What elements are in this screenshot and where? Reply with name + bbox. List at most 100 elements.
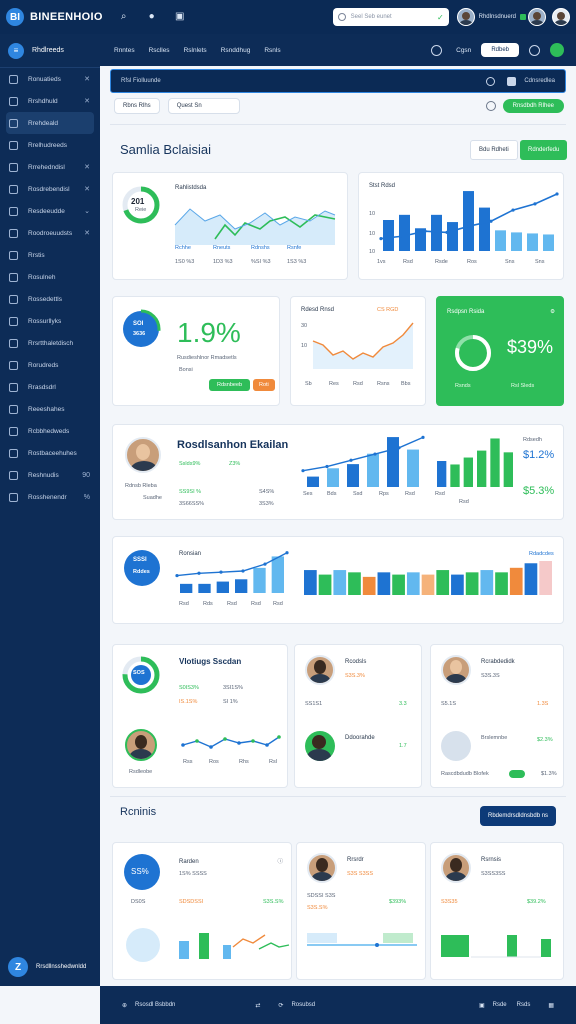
sidebar-tag[interactable]: 90 xyxy=(82,472,90,479)
card-button[interactable]: Rdsnbeeb xyxy=(209,379,251,391)
person-stats-card[interactable]: SOS Vlotiugs Sscdan S0IS3% 3SI1S% IS.1S%… xyxy=(112,644,288,788)
refresh-icon[interactable] xyxy=(431,44,443,56)
bottom-label-1[interactable]: Rsosdl Bsbbdn xyxy=(135,1002,175,1008)
sidebar-item[interactable]: Rrrehedndisl ✕ xyxy=(0,156,100,178)
tab-5[interactable]: Rsnls xyxy=(264,47,280,54)
section-primary-button[interactable]: Rdnderfedu xyxy=(520,140,568,160)
sidebar-item[interactable]: Rrshdhuld ✕ xyxy=(0,90,100,112)
metric-label-4: Rsnfe xyxy=(287,245,302,251)
bottom-icon[interactable]: ⊕ xyxy=(122,1002,127,1009)
card-sub: Ddoorahde xyxy=(345,735,375,741)
chevron-down-icon[interactable]: ⌄ xyxy=(84,207,90,215)
ring-value: SOI xyxy=(133,321,144,327)
section-2-button[interactable]: Rbdemdrsdldnsbdb ns xyxy=(480,806,557,826)
clock-icon[interactable] xyxy=(486,76,496,86)
sidebar-item[interactable]: Rossurllyks xyxy=(0,310,100,332)
filter-button[interactable]: Rbns Rlhs xyxy=(114,98,160,114)
grid-icon[interactable]: ▦ xyxy=(548,1002,554,1009)
info-icon[interactable]: ⓘ xyxy=(277,857,283,865)
sidebar-item[interactable]: Rrasdsdrl xyxy=(0,376,100,398)
sub-bar: Rfsl Fiolluunde Cdnsredlea xyxy=(110,69,566,93)
sidebar-item[interactable]: Reeeshahes xyxy=(0,398,100,420)
summary-card[interactable]: 201 Reie Rahlistdsda Rchhe Rneuts Rdnshs… xyxy=(112,172,348,280)
tab-2[interactable]: Rsclles xyxy=(149,47,170,54)
sidebar-item[interactable]: Rorudreds xyxy=(0,354,100,376)
bar-chart xyxy=(437,438,513,487)
calendar-icon[interactable]: ▣ xyxy=(173,10,187,24)
sidebar-item[interactable]: Rrsrtthaletdisch xyxy=(0,332,100,354)
sidebar-footer[interactable]: Z Rrsdllnsshedwnldd xyxy=(0,948,100,986)
subbar-label[interactable]: Rfsl Fiolluunde xyxy=(121,78,161,84)
line-point xyxy=(265,743,269,747)
bell-icon[interactable]: ● xyxy=(145,10,159,24)
search-icon[interactable]: ⌕ xyxy=(117,10,131,24)
sidebar-item[interactable]: Rrstis xyxy=(0,244,100,266)
sidebar-item[interactable]: Roodroeuudsts ✕ xyxy=(0,222,100,244)
sidebar-item[interactable]: Rostbaceehuhes xyxy=(0,442,100,464)
summary-card-2[interactable]: SS% Rarden ⓘ 1S% SSSS DS0S SDSDSSI S3S.S… xyxy=(112,842,292,980)
close-icon[interactable]: ✕ xyxy=(84,229,90,237)
search-placeholder: Seel Seb eunet xyxy=(350,14,392,20)
tabbar-pill-button[interactable]: Rdbeb xyxy=(481,43,519,57)
toggle-switch[interactable] xyxy=(509,770,525,778)
sidebar-item[interactable]: Reshnudis 90 xyxy=(0,464,100,486)
settings-icon[interactable]: ⚙ xyxy=(550,309,555,315)
lock-icon[interactable] xyxy=(507,76,517,86)
sidebar-item[interactable]: Rosdrebendisl ✕ xyxy=(0,178,100,200)
sidebar-item[interactable]: Rrelhudreeds xyxy=(0,134,100,156)
sidebar-item[interactable]: Rossedettls xyxy=(0,288,100,310)
avatar[interactable] xyxy=(456,8,475,26)
share-icon[interactable]: ⇄ xyxy=(255,1002,260,1009)
person-card-3[interactable]: Rsrnsis S3SS3SS S3S35 $39.2% xyxy=(430,842,564,980)
profile-chart-card[interactable]: Rosdlsanhon Ekailan Rdnsb Rleba Suadhe S… xyxy=(112,424,564,520)
line-chart-card[interactable]: Rdesd Rnsd CS RGD 30 10 Sb Res Rsd Rsns … xyxy=(290,296,426,406)
tab-1[interactable]: Rnntes xyxy=(114,47,135,54)
close-icon[interactable]: ✕ xyxy=(84,97,90,105)
person-card[interactable]: Rcrabdedidk S3S.3S S5.1S 1.3S Brslemnbe … xyxy=(430,644,564,788)
tab-4[interactable]: Rsnddhug xyxy=(221,47,251,54)
bar-line-card[interactable]: Stst Rdsd 10 10 10 1vs Rsd Rsde Ros Sns … xyxy=(358,172,564,280)
folder-icon[interactable]: ▣ xyxy=(479,1002,485,1009)
close-icon[interactable]: ✕ xyxy=(84,185,90,193)
user-icon[interactable] xyxy=(529,44,540,56)
sidebar-item[interactable]: Ronuatieds ✕ xyxy=(0,68,100,90)
avatar[interactable] xyxy=(528,8,546,26)
sidebar-tag[interactable]: % xyxy=(84,494,90,501)
bag-icon xyxy=(9,338,18,348)
x-tick: Rsd xyxy=(405,491,415,497)
sidebar-item[interactable]: Resdeeudde ⌄ xyxy=(0,200,100,222)
sidebar-item[interactable]: Rosshenendr% xyxy=(0,486,100,508)
highlight-card[interactable]: Rsdpsn Rsida ⚙ $39% Rsnds Rsl Sleds xyxy=(436,296,564,406)
add-button[interactable]: Rnsdbdh Rlhee xyxy=(502,99,564,113)
avatar[interactable] xyxy=(552,8,570,26)
person-card[interactable]: Rcodsls S3S.3% SS1S1 3.3 Ddoorahde 1.7 xyxy=(294,644,422,788)
person-card-2[interactable]: Rrsrdr S3S S3SS SDSSI S3S S3S.S% $393% xyxy=(296,842,426,980)
y-tick: 30 xyxy=(301,323,308,329)
card-button-2[interactable]: Roti xyxy=(253,379,275,391)
bottom-label-2[interactable]: Rosubsd xyxy=(291,1002,315,1008)
x-tick: Rsd xyxy=(435,491,445,497)
sidebar-item-label: Rrrehedndisl xyxy=(28,163,65,171)
search-input[interactable]: Seel Seb eunet ✓ xyxy=(332,8,449,26)
subbar-right[interactable]: Cdnsredlea xyxy=(524,78,555,84)
close-icon[interactable]: ✕ xyxy=(84,75,90,83)
bottom-label-3[interactable]: Rsde xyxy=(493,1002,507,1008)
sidebar-item[interactable]: Rcbbhedweds xyxy=(0,420,100,442)
tabbar-label[interactable]: Cgsn xyxy=(456,47,471,54)
close-icon[interactable]: ✕ xyxy=(84,163,90,171)
bar xyxy=(451,574,464,595)
sidebar-item[interactable]: Rrehdeald xyxy=(6,112,94,134)
filter-dropdown[interactable]: Quest Sn xyxy=(167,98,240,114)
sidebar-item[interactable]: Rosulneh xyxy=(0,266,100,288)
card-tag: CS RGD xyxy=(377,307,399,313)
percent-card[interactable]: SOI 3636 1.9% Rusdieshlnor Rmadsetls Bon… xyxy=(112,296,280,406)
sidebar-item-label: Rcbbhedweds xyxy=(28,427,70,435)
refresh-icon[interactable]: ⟳ xyxy=(278,1002,283,1009)
trend-card[interactable]: SSSI Rddes Ronsian Rsd Rds Rsd Rsd Rsd R… xyxy=(112,536,564,624)
tab-3[interactable]: Rslnlets xyxy=(184,47,207,54)
app-logo[interactable]: BI xyxy=(6,8,24,26)
bottom-label-4[interactable]: Rsds xyxy=(517,1002,531,1008)
smile-icon[interactable] xyxy=(486,101,496,111)
section-secondary-button[interactable]: Bdu Rdheti xyxy=(470,140,518,160)
status-toggle[interactable] xyxy=(550,43,564,57)
